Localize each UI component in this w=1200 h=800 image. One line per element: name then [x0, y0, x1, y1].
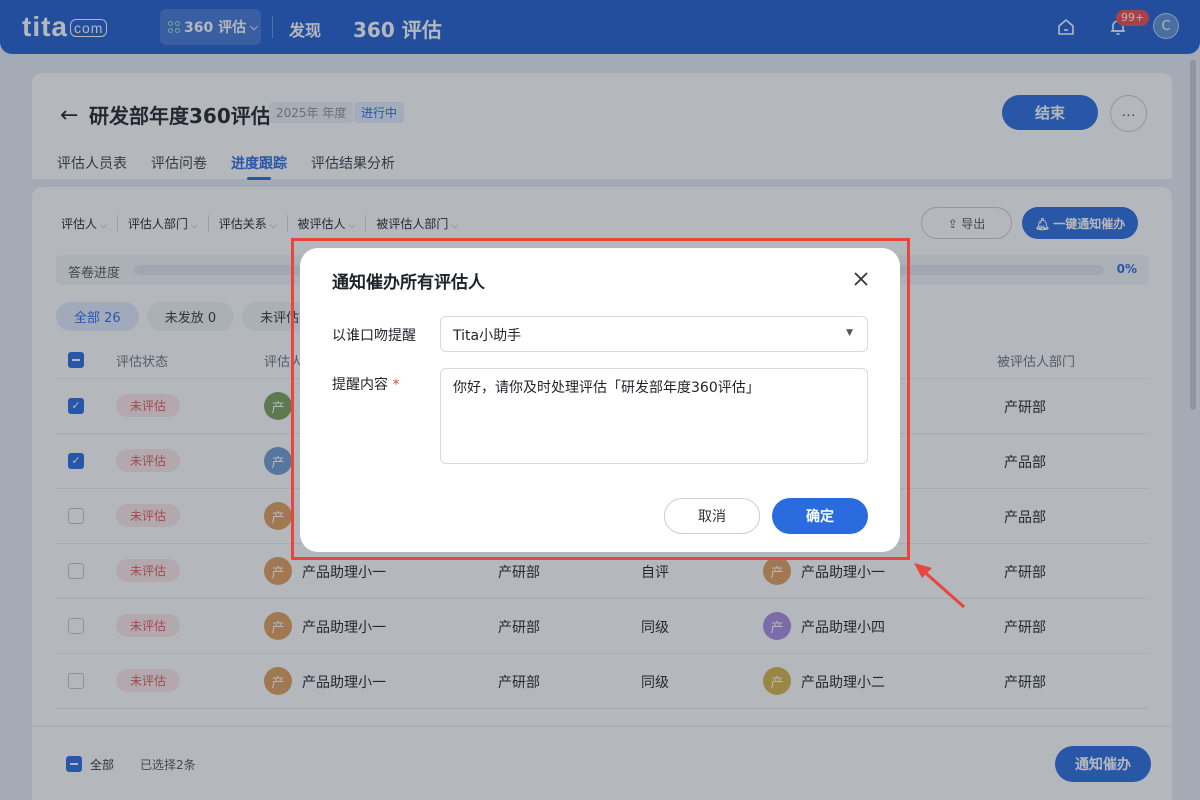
- annotation-highlight-box: [291, 238, 910, 560]
- page-scrollbar[interactable]: [1190, 60, 1196, 410]
- annotation-arrow: [914, 563, 965, 609]
